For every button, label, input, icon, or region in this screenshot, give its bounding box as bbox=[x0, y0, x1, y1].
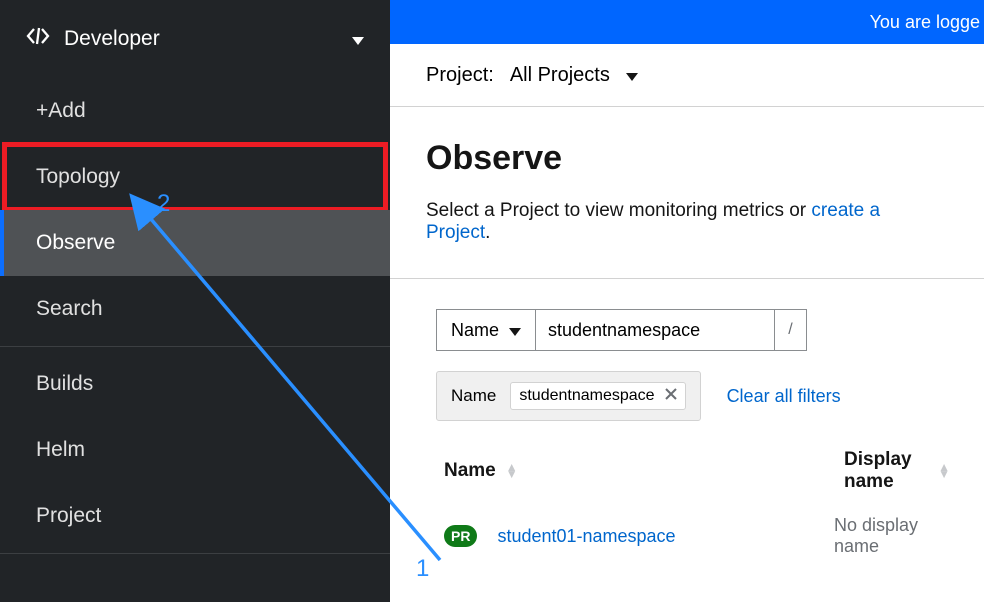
close-icon[interactable] bbox=[665, 387, 677, 405]
page-hint: Select a Project to view monitoring metr… bbox=[426, 200, 948, 244]
column-header-display-name[interactable]: Display name ▲▼ bbox=[844, 449, 948, 493]
sidebar-item-helm[interactable]: Helm bbox=[0, 417, 390, 483]
sidebar-item-label: Helm bbox=[36, 438, 85, 462]
chip-group-label: Name bbox=[451, 386, 496, 406]
chevron-down-icon bbox=[626, 64, 638, 87]
sidebar-item-label: Project bbox=[36, 504, 101, 528]
filter-chip-group: Name studentnamespace bbox=[436, 371, 701, 421]
code-icon bbox=[26, 27, 50, 51]
clear-all-filters-link[interactable]: Clear all filters bbox=[727, 386, 841, 407]
banner-text: You are logge bbox=[870, 12, 980, 33]
filter-name-input[interactable] bbox=[535, 309, 775, 351]
sort-icon: ▲▼ bbox=[506, 464, 516, 478]
chevron-down-icon bbox=[509, 320, 521, 341]
hint-text: . bbox=[485, 222, 490, 243]
chip-value: studentnamespace bbox=[519, 387, 654, 405]
filter-type-dropdown[interactable]: Name bbox=[436, 309, 535, 351]
resource-badge: PR bbox=[444, 525, 477, 547]
sidebar-item-add[interactable]: +Add bbox=[0, 78, 390, 144]
sidebar-item-label: Builds bbox=[36, 372, 93, 396]
active-filters: Name studentnamespace Clear all filters bbox=[390, 371, 984, 439]
sidebar-item-observe[interactable]: Observe bbox=[0, 210, 390, 276]
sidebar-item-builds[interactable]: Builds bbox=[0, 351, 390, 417]
sidebar-item-label: Observe bbox=[36, 231, 115, 255]
sidebar-item-search[interactable]: Search bbox=[0, 276, 390, 342]
perspective-label: Developer bbox=[64, 27, 160, 51]
col-label: Name bbox=[444, 460, 496, 482]
project-label: Project: bbox=[426, 64, 494, 87]
table-header: Name ▲▼ Display name ▲▼ bbox=[390, 439, 984, 503]
chevron-down-icon bbox=[352, 27, 364, 51]
sort-icon: ▲▼ bbox=[938, 464, 948, 478]
divider bbox=[0, 346, 390, 347]
project-dropdown[interactable]: Project: All Projects bbox=[390, 44, 984, 107]
page-title: Observe bbox=[426, 139, 948, 178]
divider bbox=[0, 553, 390, 554]
filter-bar: Name / bbox=[390, 279, 984, 371]
sidebar-item-project[interactable]: Project bbox=[0, 483, 390, 549]
sidebar-item-label: +Add bbox=[36, 99, 86, 123]
main-area: You are logge Project: All Projects Obse… bbox=[390, 0, 984, 602]
project-value: All Projects bbox=[510, 64, 610, 87]
table-row[interactable]: PR student01-namespace No display name bbox=[390, 503, 984, 569]
filter-chip: studentnamespace bbox=[510, 382, 685, 410]
sidebar-item-topology[interactable]: Topology bbox=[0, 144, 390, 210]
perspective-switcher[interactable]: Developer bbox=[0, 0, 390, 78]
col-label: Display name bbox=[844, 449, 928, 493]
project-name-link[interactable]: student01-namespace bbox=[497, 526, 675, 547]
filter-type-label: Name bbox=[451, 320, 499, 341]
sidebar-item-label: Search bbox=[36, 297, 103, 321]
hint-text: Select a Project to view monitoring metr… bbox=[426, 200, 811, 221]
slash-hint: / bbox=[775, 309, 807, 351]
sidebar: Developer +Add Topology Observe Search B… bbox=[0, 0, 390, 602]
column-header-name[interactable]: Name ▲▼ bbox=[444, 449, 834, 493]
display-name-value: No display name bbox=[834, 515, 948, 557]
highlight-rect-annotation bbox=[2, 142, 388, 212]
info-banner: You are logge bbox=[390, 0, 984, 44]
